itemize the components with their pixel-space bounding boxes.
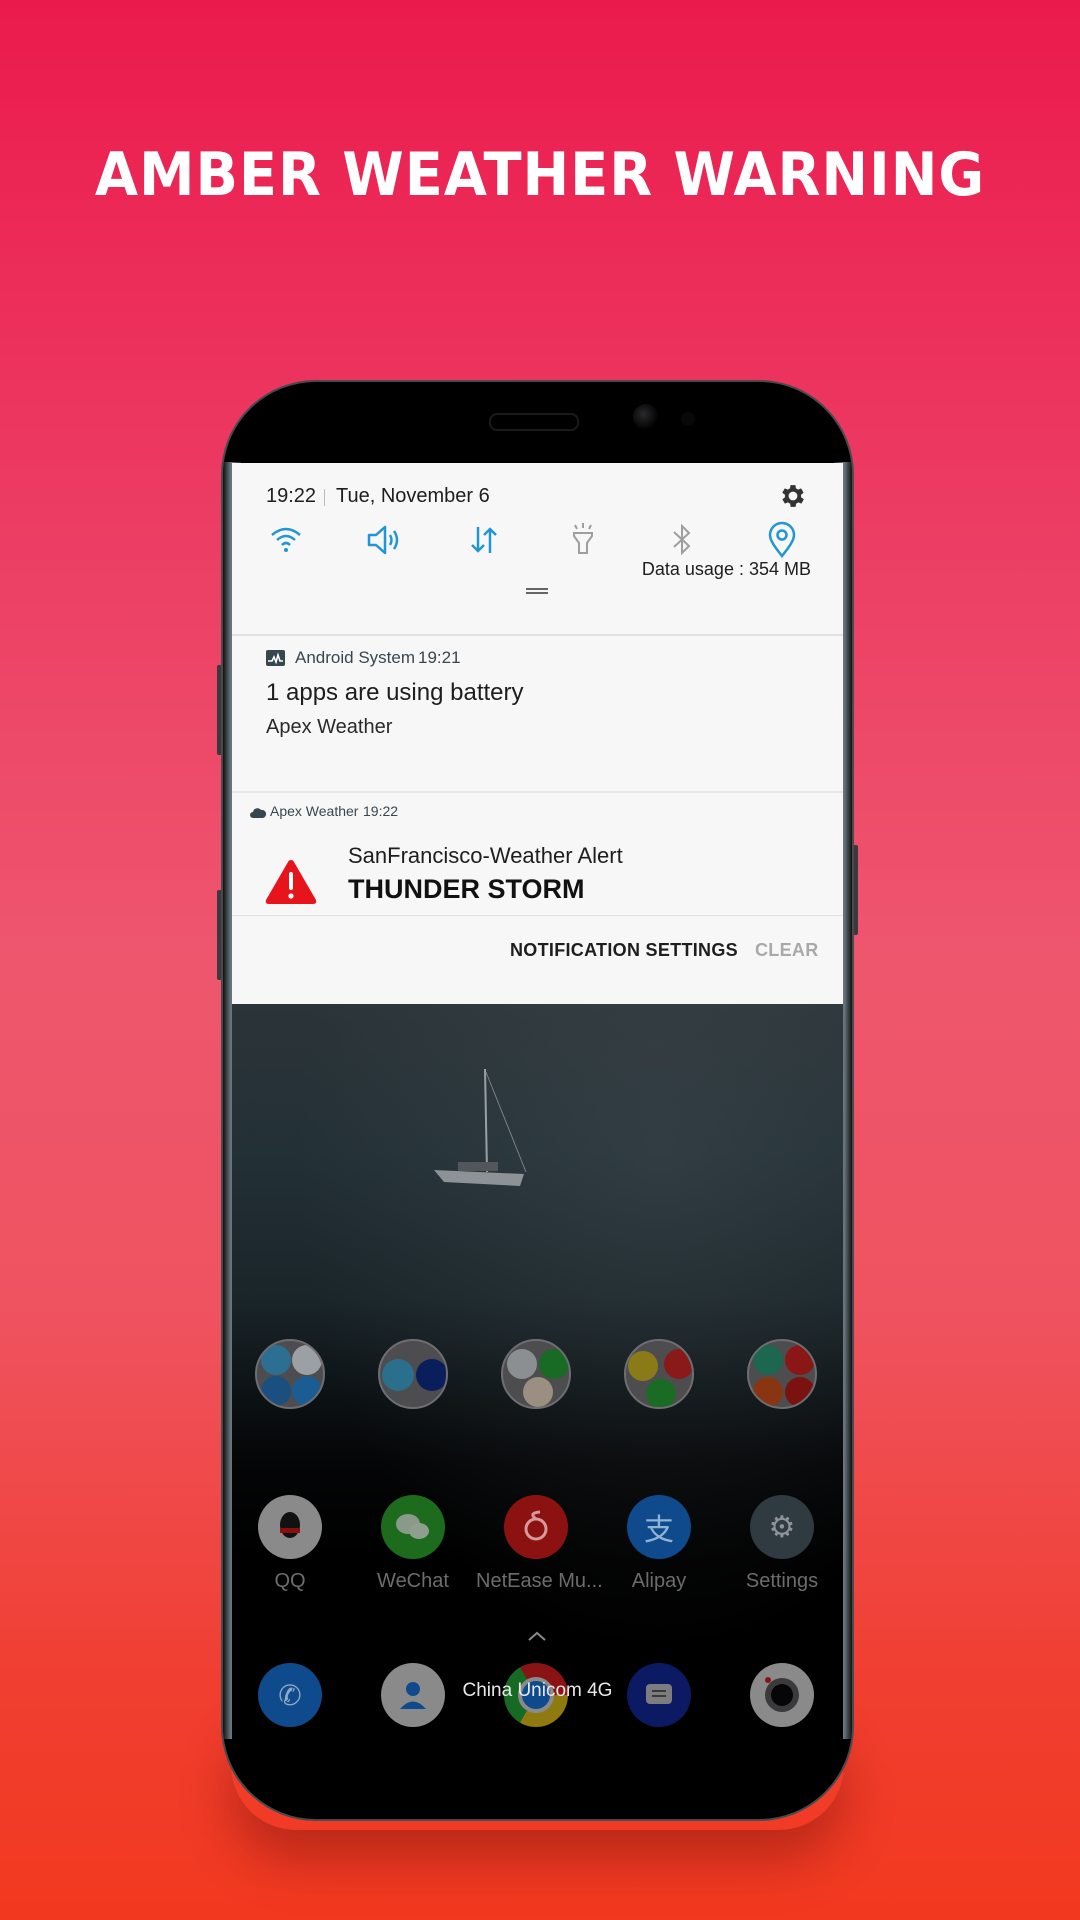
app-settings[interactable]: ⚙ — [750, 1495, 814, 1559]
folder-google[interactable] — [255, 1339, 325, 1409]
home-screen: 支 ⚙ QQ WeChat NetEase Mu... Alipay Setti… — [232, 1004, 843, 1743]
folder-shopping[interactable] — [747, 1339, 817, 1409]
proximity-sensor — [681, 412, 695, 426]
headline: AMBER WEATHER WARNING — [94, 140, 986, 210]
warning-triangle-icon — [265, 860, 317, 904]
app-label-wechat: WeChat — [377, 1570, 449, 1592]
location-toggle[interactable] — [760, 518, 804, 562]
phone-frame: 支 ⚙ QQ WeChat NetEase Mu... Alipay Setti… — [221, 380, 854, 1821]
earpiece — [489, 413, 579, 431]
mobile-data-toggle[interactable] — [462, 518, 506, 562]
notification-app-name: Android System — [295, 648, 415, 667]
clear-button[interactable]: CLEAR — [755, 940, 819, 961]
front-camera — [633, 404, 659, 430]
notification-panel: 19:22 Tue, November 6 Data usage: 354 M… — [232, 463, 843, 1004]
app-qq[interactable] — [258, 1495, 322, 1559]
time-date-separator — [324, 489, 325, 506]
alert-title: SanFrancisco-Weather Alert — [348, 843, 623, 868]
panel-drag-handle[interactable] — [526, 588, 548, 594]
app-drawer-chevron-up-icon[interactable] — [526, 1629, 548, 1643]
phone-screen: 支 ⚙ QQ WeChat NetEase Mu... Alipay Setti… — [232, 463, 843, 1743]
panel-divider — [232, 634, 843, 636]
sailboat-image — [434, 1068, 527, 1186]
alipay-icon: 支 — [644, 1513, 674, 1548]
wechat-icon — [396, 1514, 429, 1539]
notification-text: Apex Weather — [266, 716, 393, 738]
settings-gear-button[interactable] — [778, 481, 808, 511]
settings-gear-icon: ⚙ — [768, 1509, 796, 1545]
folder-social[interactable] — [624, 1339, 694, 1409]
status-time: 19:22 — [266, 485, 317, 507]
folder-video[interactable] — [501, 1339, 571, 1409]
status-date: Tue, November 6 — [336, 485, 490, 507]
wifi-toggle[interactable] — [264, 518, 308, 562]
carrier-label: China Unicom 4G — [462, 1680, 613, 1701]
nav-recents-icon[interactable] — [694, 1741, 724, 1743]
netease-music-icon — [524, 1510, 548, 1541]
battery-usage-icon — [266, 650, 285, 666]
data-usage-label: Data usage : 354 MB — [641, 559, 811, 579]
notification-settings-button[interactable]: NOTIFICATION SETTINGS — [510, 940, 738, 961]
app-label-alipay: Alipay — [631, 1570, 687, 1592]
notification-title: 1 apps are using battery — [266, 679, 524, 706]
qq-penguin-icon — [280, 1512, 300, 1538]
notification-time: 19:22 — [363, 803, 399, 819]
flashlight-toggle[interactable] — [561, 518, 605, 562]
nav-home-icon[interactable] — [522, 1741, 552, 1743]
app-label-netease: NetEase Mu... — [476, 1570, 603, 1592]
nav-back-icon[interactable] — [352, 1741, 382, 1743]
app-alipay[interactable]: 支 — [627, 1495, 691, 1559]
alert-event: THUNDER STORM — [348, 874, 585, 904]
sound-toggle[interactable] — [363, 518, 407, 562]
notification-app-name: Apex Weather — [270, 803, 359, 819]
app-wechat[interactable] — [381, 1495, 445, 1559]
actions-divider — [232, 915, 843, 916]
app-label-qq: QQ — [274, 1570, 306, 1592]
notification-divider — [232, 791, 843, 793]
notification-time: 19:21 — [418, 648, 461, 667]
folder-tools[interactable] — [378, 1339, 448, 1409]
cloud-icon — [250, 808, 266, 818]
app-netease-music[interactable] — [504, 1495, 568, 1559]
bluetooth-toggle[interactable] — [660, 518, 704, 562]
app-label-settings: Settings — [745, 1570, 819, 1592]
